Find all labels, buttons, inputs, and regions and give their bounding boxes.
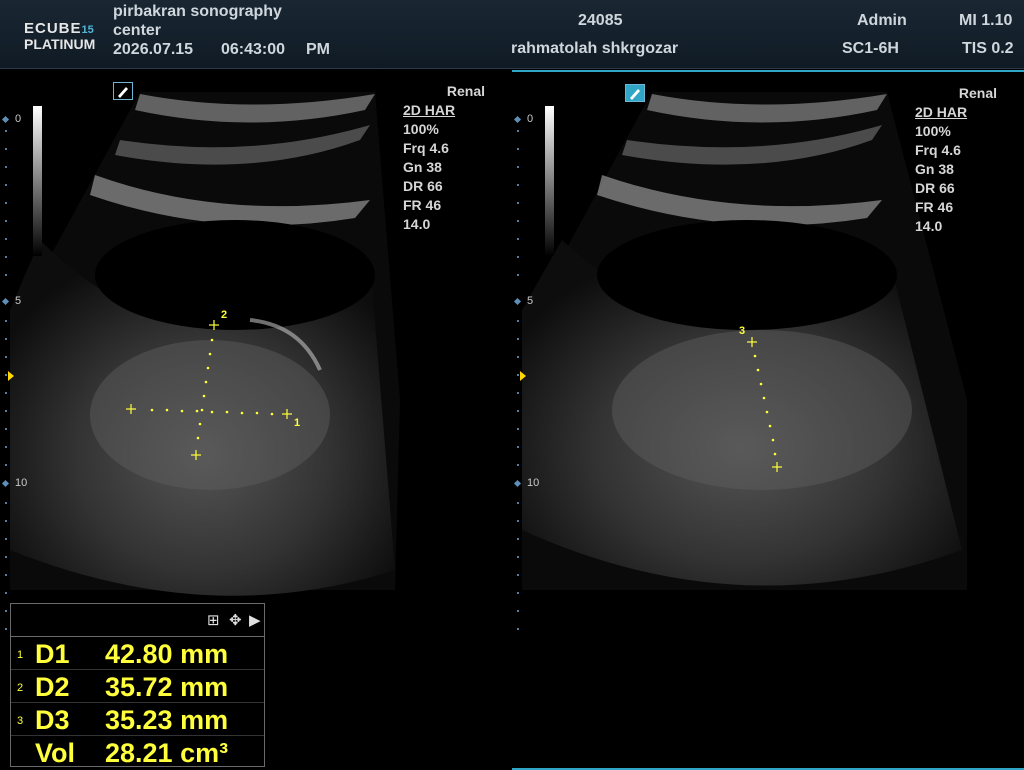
play-icon[interactable]: ▶ xyxy=(249,611,261,629)
param-mode: 2D HAR xyxy=(915,104,968,120)
institution-name: pirbakran sonography xyxy=(113,3,282,20)
exam-ampm: PM xyxy=(306,41,330,58)
depth-label-5: 5 xyxy=(527,295,534,307)
preset-label: Renal xyxy=(958,85,997,101)
depth-label-10: 10 xyxy=(15,477,28,489)
param-frame-rate: FR 46 xyxy=(915,199,954,215)
caliper-label-2: 2 xyxy=(221,309,228,321)
measurement-results-box[interactable]: ⊞ ✥ ▶ 1 D1 42.80 mm 2 D2 35.72 mm 3 D3 3… xyxy=(10,603,265,768)
image-parameters-left: Renal 2D HAR 100% Frq 4.6 Gn 38 DR 66 FR… xyxy=(403,82,485,234)
param-dynamic-range: DR 66 xyxy=(403,178,443,194)
param-mode: 2D HAR xyxy=(403,102,456,118)
ecube-logo: ECUBE15 PLATINUM xyxy=(24,20,96,52)
depth-scale-dots xyxy=(5,130,7,630)
measurement-toolbar: ⊞ ✥ ▶ xyxy=(11,604,264,637)
param-power: 100% xyxy=(403,121,439,137)
patient-name: rahmatolah shkrgozar xyxy=(511,40,679,57)
param-gain: Gn 38 xyxy=(403,159,442,175)
grayscale-bar xyxy=(33,106,42,256)
param-depth: 14.0 xyxy=(403,216,431,232)
focus-marker-icon[interactable] xyxy=(8,371,14,381)
image-parameters-right: Renal 2D HAR 100% Frq 4.6 Gn 38 DR 66 FR… xyxy=(915,84,997,236)
focus-marker-icon[interactable] xyxy=(520,371,526,381)
param-frequency: Frq 4.6 xyxy=(915,142,961,158)
param-depth: 14.0 xyxy=(915,218,943,234)
header-bar: ECUBE15 PLATINUM pirbakran sonography ce… xyxy=(0,0,1024,69)
depth-label-5: 5 xyxy=(15,295,22,307)
caliper-label-3: 3 xyxy=(739,325,746,337)
mi-index: MI 1.10 xyxy=(959,12,1013,29)
param-frame-rate: FR 46 xyxy=(403,197,442,213)
measurement-row: 3 D3 35.23 mm xyxy=(11,703,264,736)
param-dynamic-range: DR 66 xyxy=(915,180,955,196)
right-image-panel[interactable]: Renal 2D HAR 100% Frq 4.6 Gn 38 DR 66 FR… xyxy=(512,70,1024,770)
depth-scale-dots xyxy=(517,130,519,630)
probe-orientation-icon xyxy=(625,84,645,102)
depth-label-10: 10 xyxy=(527,477,540,489)
measurement-row-volume: Vol 28.21 cm³ xyxy=(35,738,229,768)
grayscale-bar xyxy=(545,106,554,256)
caliper-label-1: 1 xyxy=(294,417,301,429)
probe-orientation-icon xyxy=(113,82,133,100)
preset-label: Renal xyxy=(446,83,485,99)
institution-name-line2: center xyxy=(113,22,162,39)
grid-icon[interactable]: ⊞ xyxy=(207,611,220,629)
measurement-row: 2 D2 35.72 mm xyxy=(11,670,264,703)
exam-date: 2026.07.15 xyxy=(113,41,194,58)
depth-label-0: 0 xyxy=(527,113,534,125)
tis-index: TIS 0.2 xyxy=(962,40,1014,57)
param-power: 100% xyxy=(915,123,951,139)
depth-label-0: 0 xyxy=(15,113,22,125)
param-frequency: Frq 4.6 xyxy=(403,140,449,156)
patient-id: 24085 xyxy=(578,12,623,29)
param-gain: Gn 38 xyxy=(915,161,954,177)
probe-name: SC1-6H xyxy=(842,40,899,57)
operator-name: Admin xyxy=(857,12,907,29)
move-icon[interactable]: ✥ xyxy=(229,611,242,629)
exam-time: 06:43:00 xyxy=(221,41,286,58)
measurement-row: 1 D1 42.80 mm xyxy=(11,637,264,670)
